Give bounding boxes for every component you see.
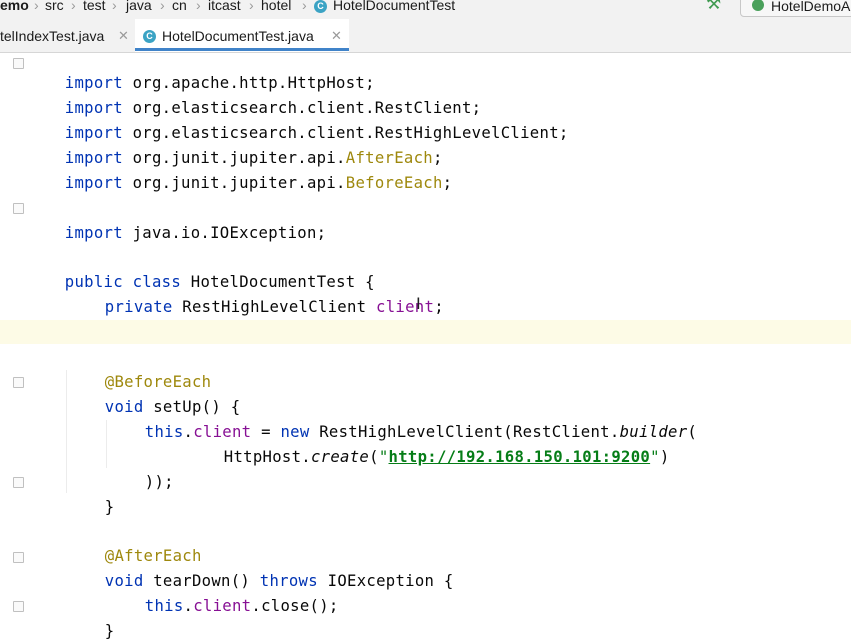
keyword: import [64,224,123,242]
code-line: } [66,594,114,640]
code-text: RestHighLevelClient [172,298,377,316]
code-line: void tearDown() throws IOException { [66,544,454,590]
code-line: import org.junit.jupiter.api.AfterEach; [26,121,443,167]
static-method: create [310,448,370,466]
editor-tab-bar: telIndexTest.java ✕ C HotelDocumentTest.… [0,19,851,53]
code-line: import org.apache.http.HttpHost; [26,53,375,92]
code-text: ) [659,448,670,466]
build-hammer-icon[interactable]: ⚒ [706,0,721,12]
code-text: . [183,597,194,615]
code-text: .close(); [251,597,339,615]
fold-icon[interactable] [13,203,24,214]
code-line: } [66,470,114,516]
string-quote: " [650,448,660,466]
code-line: this.client = new RestHighLevelClient(Re… [106,395,697,441]
code-text: HttpHost. [223,448,311,466]
code-line: import org.elasticsearch.client.RestHigh… [26,96,569,142]
string-quote: " [378,448,389,466]
breadcrumb-test[interactable]: test [83,0,106,13]
close-icon[interactable]: ✕ [118,28,129,44]
fold-icon[interactable] [13,58,24,69]
tab-label: HotelDocumentTest.java [162,28,314,44]
run-config-label: HotelDemoA [771,0,851,14]
chevron-right-icon: › [196,0,201,13]
code-text: ; [434,298,444,316]
code-line: public class HotelDocumentTest { [26,245,375,291]
breadcrumb: emo › src › test › java › cn › itcast › … [0,0,851,19]
active-tab-indicator [135,48,349,51]
field-name: client [193,597,252,615]
chevron-right-icon: › [160,0,165,13]
text-cursor-icon: I [416,294,421,313]
code-line: } [26,619,74,640]
chevron-right-icon: › [112,0,117,13]
keyword: private [104,298,173,316]
tab-label: telIndexTest.java [0,28,105,44]
keyword: this [144,597,184,615]
code-line: HttpHost.create("http://192.168.150.101:… [185,420,670,466]
breadcrumb-itcast[interactable]: itcast [208,0,241,13]
code-line: )); [106,445,174,491]
chevron-right-icon: › [34,0,39,13]
current-line-highlight [0,320,851,344]
keyword: import [64,174,123,192]
chevron-right-icon: › [302,0,307,13]
code-line: import org.elasticsearch.client.RestClie… [26,71,481,117]
tab-hotel-index-test[interactable]: telIndexTest.java ✕ [0,19,132,52]
code-text: java.io.IOException; [122,224,327,242]
code-line: @BeforeEach [66,345,211,391]
code-text: ( [687,423,698,441]
annotation-name: BeforeEach [345,174,443,192]
keyword: this [144,423,184,441]
tab-hotel-document-test[interactable]: C HotelDocumentTest.java ✕ [135,19,349,52]
code-line: void setUp() { [66,370,240,416]
url-link[interactable]: http://192.168.150.101:9200 [389,448,651,466]
code-text: ( [369,448,379,466]
code-text: } [104,498,115,516]
fold-icon[interactable] [13,477,24,488]
fold-icon[interactable] [13,601,24,612]
code-text: } [104,622,115,640]
code-line: private RestHighLevelClient client; [66,270,444,316]
breadcrumb-project[interactable]: emo [0,0,29,13]
breadcrumb-hotel[interactable]: hotel [261,0,291,13]
code-text: org.junit.jupiter.api. [122,174,346,192]
breadcrumb-cn[interactable]: cn [172,0,187,13]
class-icon: C [143,30,156,43]
code-line: this.client.close(); [106,569,339,615]
code-line: @AfterEach [66,519,202,565]
code-editor[interactable]: import org.apache.http.HttpHost; import … [0,53,851,640]
chevron-right-icon: › [249,0,254,13]
run-configuration-selector[interactable]: HotelDemoA [740,0,851,17]
class-icon: C [314,0,327,13]
breadcrumb-class[interactable]: HotelDocumentTest [333,0,455,13]
fold-icon[interactable] [13,552,24,563]
code-line: import org.junit.jupiter.api.BeforeEach; [26,146,452,192]
close-icon[interactable]: ✕ [331,28,342,44]
breadcrumb-java[interactable]: java [126,0,152,13]
fold-icon[interactable] [13,377,24,388]
chevron-right-icon: › [71,0,76,13]
run-config-icon [752,0,764,11]
field-name: client [376,298,435,316]
code-text: )); [144,473,174,491]
breadcrumb-src[interactable]: src [45,0,64,13]
code-line: import java.io.IOException; [26,196,326,242]
code-text: ; [442,174,453,192]
